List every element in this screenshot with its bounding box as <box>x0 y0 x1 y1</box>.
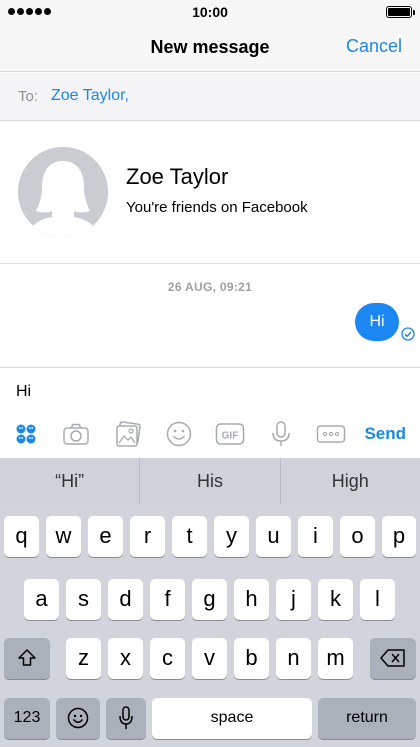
gif-icon[interactable]: GIF <box>215 420 245 448</box>
backspace-key[interactable] <box>370 638 416 679</box>
space-key[interactable]: space <box>152 698 312 739</box>
key-t[interactable]: t <box>172 516 207 557</box>
more-icon[interactable] <box>316 420 346 448</box>
key-s[interactable]: s <box>66 579 101 620</box>
apps-icon[interactable] <box>12 420 40 448</box>
send-button[interactable]: Send <box>364 424 406 444</box>
svg-text:GIF: GIF <box>222 431 239 442</box>
default-profile-icon <box>18 147 108 237</box>
recipient-field[interactable]: To: Zoe Taylor, <box>0 73 420 121</box>
emoji-keyboard-icon <box>67 707 89 729</box>
key-o[interactable]: o <box>340 516 375 557</box>
navigation-bar: New message Cancel <box>0 24 420 72</box>
suggestion-2[interactable]: His <box>140 458 281 504</box>
to-label: To: <box>18 88 39 105</box>
key-z[interactable]: z <box>66 638 101 679</box>
key-i[interactable]: i <box>298 516 333 557</box>
key-a[interactable]: a <box>24 579 59 620</box>
delivered-check-icon <box>401 327 415 341</box>
key-j[interactable]: j <box>276 579 311 620</box>
key-r[interactable]: r <box>130 516 165 557</box>
key-x[interactable]: x <box>108 638 143 679</box>
key-l[interactable]: l <box>360 579 395 620</box>
key-c[interactable]: c <box>150 638 185 679</box>
message-timestamp: 26 AUG, 09:21 <box>167 280 253 294</box>
sent-message-bubble[interactable]: Hi <box>355 303 399 341</box>
backspace-icon <box>380 649 405 667</box>
camera-icon[interactable] <box>62 420 90 448</box>
status-bar: 10:00 <box>0 0 420 24</box>
emoji-icon[interactable] <box>165 420 193 448</box>
avatar[interactable] <box>18 147 108 237</box>
predictive-bar: “Hi” His High <box>0 458 420 504</box>
key-f[interactable]: f <box>150 579 185 620</box>
suggestion-3[interactable]: High <box>281 458 420 504</box>
message-composer: Hi GIF Send <box>0 367 420 457</box>
emoji-key[interactable] <box>56 698 100 739</box>
shift-key[interactable] <box>4 638 50 679</box>
microphone-icon[interactable] <box>267 420 295 448</box>
numbers-key[interactable]: 123 <box>4 698 50 739</box>
key-h[interactable]: h <box>234 579 269 620</box>
recipient-chip[interactable]: Zoe Taylor, <box>51 87 129 105</box>
cancel-button[interactable]: Cancel <box>346 36 402 57</box>
key-p[interactable]: p <box>382 516 416 557</box>
return-key[interactable]: return <box>318 698 416 739</box>
keyboard: “Hi” His High q w e r t y u i o p a s d … <box>0 458 420 747</box>
key-y[interactable]: y <box>214 516 249 557</box>
suggestion-1[interactable]: “Hi” <box>0 458 141 504</box>
status-time: 10:00 <box>192 4 228 20</box>
contact-header: Zoe Taylor You're friends on Facebook <box>0 122 420 264</box>
composer-toolbar: GIF Send <box>0 418 420 452</box>
key-g[interactable]: g <box>192 579 227 620</box>
key-u[interactable]: u <box>256 516 291 557</box>
key-d[interactable]: d <box>108 579 143 620</box>
key-e[interactable]: e <box>88 516 123 557</box>
key-q[interactable]: q <box>4 516 39 557</box>
message-input[interactable]: Hi <box>16 383 31 401</box>
shift-arrow-icon <box>18 649 36 666</box>
battery-icon <box>386 6 415 18</box>
gallery-icon[interactable] <box>114 420 142 448</box>
contact-name: Zoe Taylor <box>126 164 229 189</box>
key-b[interactable]: b <box>234 638 269 679</box>
key-k[interactable]: k <box>318 579 353 620</box>
friendship-status: You're friends on Facebook <box>126 199 308 216</box>
key-w[interactable]: w <box>46 516 81 557</box>
dictation-key[interactable] <box>106 698 146 739</box>
microphone-key-icon <box>119 706 133 729</box>
key-n[interactable]: n <box>276 638 311 679</box>
key-m[interactable]: m <box>318 638 353 679</box>
key-v[interactable]: v <box>192 638 227 679</box>
